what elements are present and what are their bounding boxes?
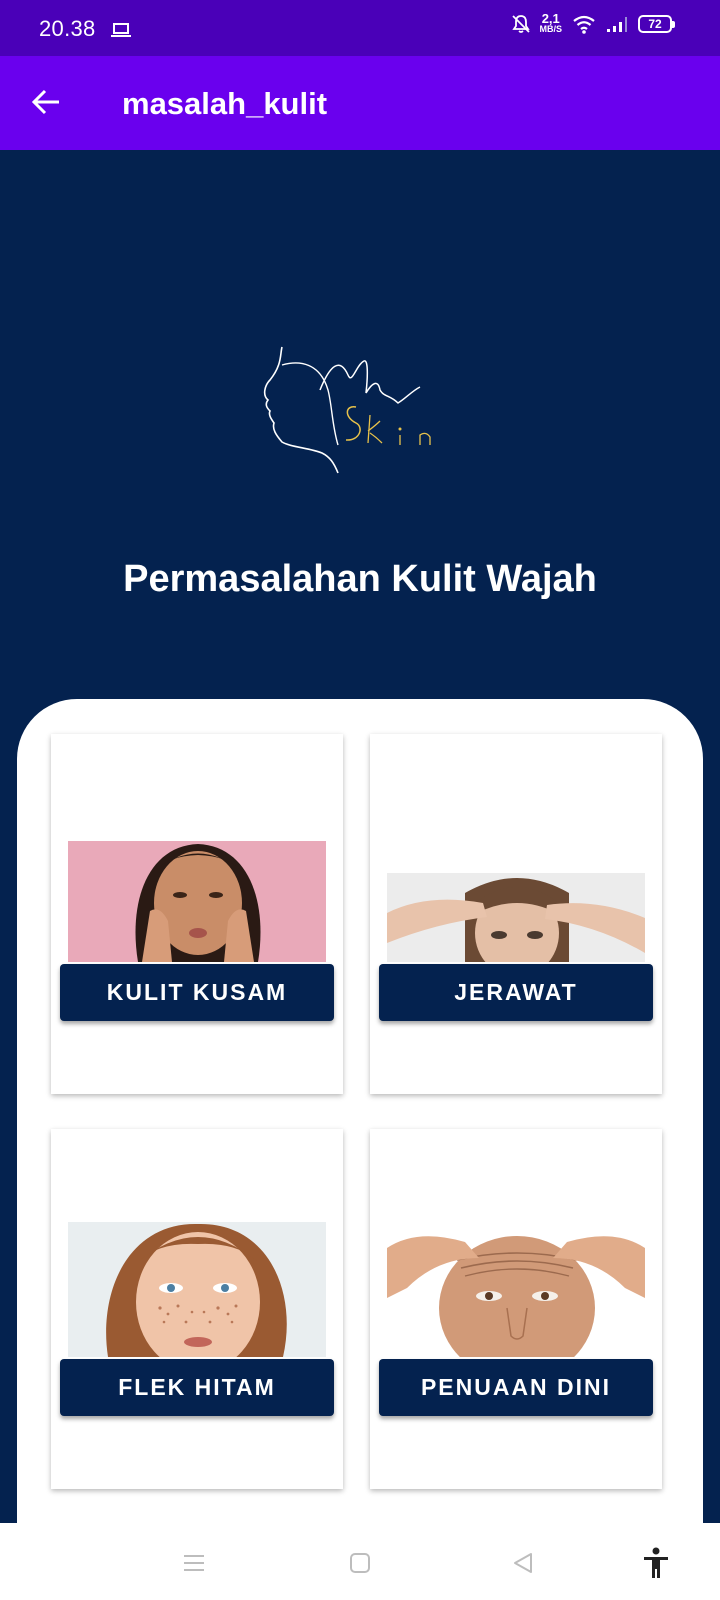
home-button[interactable]	[340, 1543, 380, 1583]
signal-icon	[607, 17, 627, 32]
dark-spots-photo	[68, 1222, 326, 1357]
content-panel: KULIT KUSAM JERAWAT FLEK HITAM PENUAAN D…	[17, 699, 703, 1600]
arrow-left-icon	[31, 89, 59, 115]
home-icon	[350, 1553, 370, 1573]
app-title: masalah_kulit	[122, 86, 328, 121]
kulit-kusam-button[interactable]: KULIT KUSAM	[60, 964, 334, 1021]
system-back-button[interactable]	[503, 1543, 543, 1583]
app-bar: masalah_kulit	[0, 56, 720, 150]
laptop-icon	[111, 23, 131, 37]
menu-icon	[184, 1555, 204, 1571]
recent-apps-button[interactable]	[174, 1543, 214, 1583]
system-nav-bar	[0, 1523, 720, 1600]
premature-aging-photo	[387, 1228, 645, 1357]
flek-hitam-button[interactable]: FLEK HITAM	[60, 1359, 334, 1416]
status-time: 20.38	[39, 16, 96, 41]
card-kulit-kusam[interactable]: KULIT KUSAM	[51, 734, 343, 1094]
status-icons: 2,1 MB/S 72	[511, 11, 675, 34]
muted-bell-icon	[511, 15, 530, 33]
dull-skin-photo	[68, 841, 326, 962]
network-speed: 2,1 MB/S	[539, 11, 563, 34]
card-penuaan-dini[interactable]: PENUAAN DINI	[370, 1129, 662, 1489]
network-speed-value: 2,1	[541, 11, 560, 26]
status-bar: 20.38 2,1 MB/S 72	[0, 0, 720, 56]
card-jerawat[interactable]: JERAWAT	[370, 734, 662, 1094]
jerawat-button[interactable]: JERAWAT	[379, 964, 653, 1021]
wifi-icon	[573, 15, 595, 34]
accessibility-icon	[644, 1547, 668, 1578]
accessibility-button[interactable]	[636, 1543, 676, 1583]
battery-icon: 72	[638, 15, 675, 33]
acne-photo	[387, 873, 645, 962]
myskin-logo	[263, 346, 431, 474]
page-heading: Permasalahan Kulit Wajah	[123, 558, 597, 600]
back-icon	[514, 1553, 532, 1573]
card-flek-hitam[interactable]: FLEK HITAM	[51, 1129, 343, 1489]
network-speed-unit: MB/S	[539, 24, 563, 34]
penuaan-dini-button[interactable]: PENUAAN DINI	[379, 1359, 653, 1416]
back-button[interactable]	[26, 82, 66, 122]
